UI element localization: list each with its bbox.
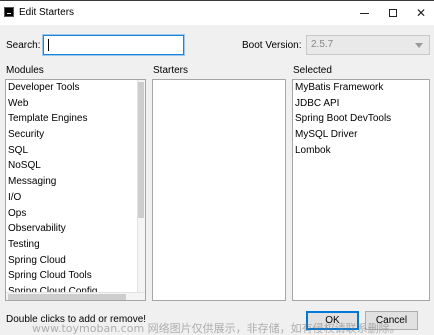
module-item[interactable]: NoSQL [6, 158, 145, 174]
module-item[interactable]: Observability [6, 221, 145, 237]
starters-list[interactable] [152, 79, 286, 301]
module-item[interactable]: Web [6, 96, 145, 112]
module-item[interactable]: Spring Cloud [6, 253, 145, 269]
intellij-app-icon [4, 7, 14, 17]
module-item[interactable]: Ops [6, 206, 145, 222]
modules-hscroll-thumb[interactable] [8, 294, 126, 300]
selected-items: MyBatis Framework JDBC API Spring Boot Dev… [293, 80, 429, 158]
module-item[interactable]: Testing [6, 237, 145, 253]
module-item[interactable]: Spring Cloud Tools [6, 268, 145, 284]
maximize-icon [389, 9, 397, 17]
module-item[interactable]: Messaging [6, 174, 145, 190]
selected-list[interactable]: MyBatis Framework JDBC API Spring Boot Dev… [292, 79, 430, 301]
starters-heading: Starters [153, 65, 189, 76]
boot-version-value: 2.5.7 [311, 39, 334, 50]
selected-heading: Selected [293, 65, 332, 76]
window-title: Edit Starters [19, 7, 75, 18]
modules-vertical-scrollbar[interactable] [137, 80, 145, 300]
modules-list[interactable]: Developer Tools Web Template Engines Securi… [5, 79, 146, 301]
minimize-icon [359, 12, 369, 14]
boot-version-select[interactable]: 2.5.7 [306, 35, 430, 55]
maximize-button[interactable] [378, 1, 408, 25]
chevron-down-icon [415, 43, 423, 48]
module-item[interactable]: Security [6, 127, 145, 143]
selected-item[interactable]: MyBatis Framework [293, 80, 429, 96]
module-item[interactable]: Template Engines [6, 111, 145, 127]
search-input[interactable] [42, 34, 185, 56]
minimize-button[interactable] [349, 1, 379, 25]
edit-starters-dialog: Edit Starters ✕ Search: Boot Version: 2.… [0, 0, 434, 335]
modules-scroll-thumb[interactable] [138, 82, 144, 218]
modules-items: Developer Tools Web Template Engines Securi… [6, 80, 145, 300]
boot-version-label: Boot Version: [242, 40, 302, 51]
selected-item[interactable]: JDBC API [293, 96, 429, 112]
selected-item[interactable]: MySQL Driver [293, 127, 429, 143]
title-bar: Edit Starters ✕ [0, 1, 434, 25]
search-label: Search: [6, 40, 41, 51]
watermark: www.toymoban.com 网络图片仅供展示，非存储，如有侵权请联系删除。 [32, 322, 401, 335]
module-item[interactable]: SQL [6, 143, 145, 159]
close-button[interactable]: ✕ [406, 1, 434, 25]
selected-item[interactable]: Lombok [293, 143, 429, 159]
module-item[interactable]: Developer Tools [6, 80, 145, 96]
close-icon: ✕ [415, 6, 427, 20]
selected-item[interactable]: Spring Boot DevTools [293, 111, 429, 127]
modules-horizontal-scrollbar[interactable] [6, 292, 145, 300]
modules-heading: Modules [6, 65, 44, 76]
text-caret [48, 39, 49, 51]
module-item[interactable]: I/O [6, 190, 145, 206]
